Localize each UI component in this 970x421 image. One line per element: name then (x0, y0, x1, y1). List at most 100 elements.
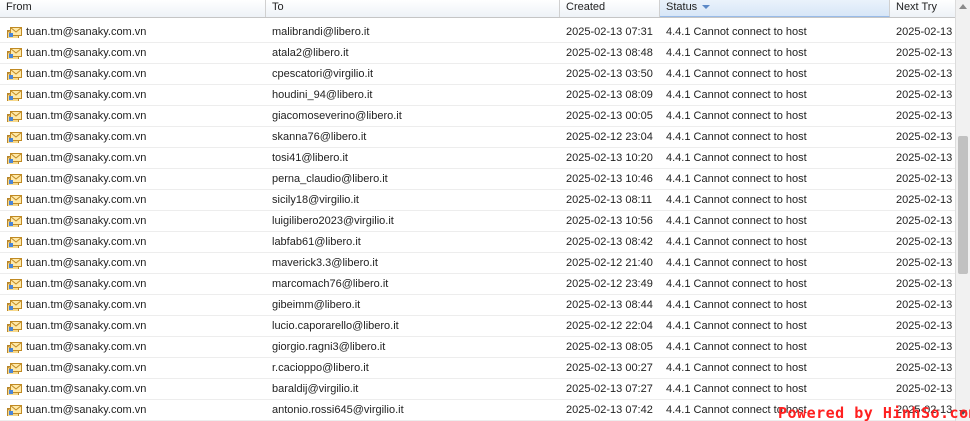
table-row[interactable]: tuan.tm@sanaky.com.vn maverick3.3@libero.… (0, 253, 955, 274)
email-queue-icon (7, 320, 22, 332)
cell-from: tuan.tm@sanaky.com.vn (26, 320, 147, 332)
mail-queue-grid: From To Created Status Next Try tuan.tm@… (0, 0, 970, 421)
email-queue-icon (7, 299, 22, 311)
scrollbar-thumb[interactable] (958, 136, 968, 274)
cell-created: 2025-02-13 07:27 (566, 383, 653, 395)
cell-next-try: 2025-02-13 (896, 215, 953, 227)
column-header-from[interactable]: From (0, 0, 266, 17)
cell-to: labfab61@libero.it (272, 236, 361, 248)
cell-next-try: 2025-02-13 (896, 257, 953, 269)
column-header-to-label: To (272, 1, 284, 13)
cell-from: tuan.tm@sanaky.com.vn (26, 131, 147, 143)
cell-next-try: 2025-02-13 (896, 236, 953, 248)
grid-body: tuan.tm@sanaky.com.vn malibrandi@libero.i… (0, 22, 955, 421)
cell-status: 4.4.1 Cannot connect to host (666, 320, 807, 332)
table-row[interactable]: tuan.tm@sanaky.com.vn gibeimm@libero.it 20… (0, 295, 955, 316)
table-row[interactable]: tuan.tm@sanaky.com.vn skanna76@libero.it 2… (0, 127, 955, 148)
cell-to: houdini_94@libero.it (272, 89, 373, 101)
column-header-status[interactable]: Status (660, 0, 890, 17)
cell-to: r.cacioppo@libero.it (272, 362, 369, 374)
cell-next-try: 2025-02-13 (896, 362, 953, 374)
cell-from: tuan.tm@sanaky.com.vn (26, 362, 147, 374)
cell-created: 2025-02-13 08:48 (566, 47, 653, 59)
scroll-up-arrow-icon[interactable] (959, 4, 967, 9)
email-queue-icon (7, 68, 22, 80)
cell-to: malibrandi@libero.it (272, 26, 370, 38)
cell-next-try: 2025-02-13 (896, 320, 953, 332)
table-row[interactable]: tuan.tm@sanaky.com.vn giacomoseverino@lib… (0, 106, 955, 127)
table-row[interactable]: tuan.tm@sanaky.com.vn atala2@libero.it 202… (0, 43, 955, 64)
column-header-to[interactable]: To (266, 0, 560, 17)
cell-status: 4.4.1 Cannot connect to host (666, 110, 807, 122)
cell-to: baraldij@virgilio.it (272, 383, 359, 395)
table-row[interactable]: tuan.tm@sanaky.com.vn baraldij@virgilio.i… (0, 379, 955, 400)
cell-from: tuan.tm@sanaky.com.vn (26, 68, 147, 80)
cell-from: tuan.tm@sanaky.com.vn (26, 110, 147, 122)
cell-created: 2025-02-12 23:04 (566, 131, 653, 143)
vertical-scrollbar[interactable] (955, 0, 970, 421)
table-row[interactable]: tuan.tm@sanaky.com.vn lucio.caporarello@l… (0, 316, 955, 337)
cell-next-try: 2025-02-13 (896, 173, 953, 185)
cell-created: 2025-02-13 08:44 (566, 299, 653, 311)
email-queue-icon (7, 257, 22, 269)
cell-to: luigilibero2023@virgilio.it (272, 215, 394, 227)
column-header-next-try-label: Next Try (896, 1, 937, 13)
email-queue-icon (7, 173, 22, 185)
cell-created: 2025-02-13 08:05 (566, 341, 653, 353)
cell-from: tuan.tm@sanaky.com.vn (26, 404, 147, 416)
table-row[interactable]: tuan.tm@sanaky.com.vn giorgio.ragni3@libe… (0, 337, 955, 358)
cell-next-try: 2025-02-13 (896, 68, 953, 80)
cell-to: giacomoseverino@libero.it (272, 110, 402, 122)
table-row[interactable]: tuan.tm@sanaky.com.vn luigilibero2023@vir… (0, 211, 955, 232)
cell-to: maverick3.3@libero.it (272, 257, 378, 269)
table-row[interactable]: tuan.tm@sanaky.com.vn r.cacioppo@libero.i… (0, 358, 955, 379)
table-row[interactable]: tuan.tm@sanaky.com.vn perna_claudio@liber… (0, 169, 955, 190)
cell-next-try: 2025-02-13 (896, 299, 953, 311)
cell-next-try: 2025-02-13 (896, 131, 953, 143)
column-header-created[interactable]: Created (560, 0, 660, 17)
cell-created: 2025-02-12 21:40 (566, 257, 653, 269)
cell-to: sicily18@virgilio.it (272, 194, 359, 206)
cell-status: 4.4.1 Cannot connect to host (666, 236, 807, 248)
cell-to: antonio.rossi645@virgilio.it (272, 404, 404, 416)
column-header-status-label: Status (666, 1, 698, 13)
cell-from: tuan.tm@sanaky.com.vn (26, 152, 147, 164)
cell-created: 2025-02-12 22:04 (566, 320, 653, 332)
email-queue-icon (7, 236, 22, 248)
grid-header: From To Created Status Next Try (0, 0, 955, 18)
cell-status: 4.4.1 Cannot connect to host (666, 173, 807, 185)
sort-descending-icon (702, 5, 711, 9)
cell-status: 4.4.1 Cannot connect to host (666, 194, 807, 206)
cell-to: skanna76@libero.it (272, 131, 367, 143)
table-row[interactable]: tuan.tm@sanaky.com.vn cpescatori@virgilio… (0, 64, 955, 85)
table-row[interactable]: tuan.tm@sanaky.com.vn tosi41@libero.it 202… (0, 148, 955, 169)
cell-next-try: 2025-02-13 (896, 341, 953, 353)
email-queue-icon (7, 383, 22, 395)
email-queue-icon (7, 278, 22, 290)
cell-created: 2025-02-12 23:49 (566, 278, 653, 290)
table-row[interactable]: tuan.tm@sanaky.com.vn marcomach76@libero.… (0, 274, 955, 295)
email-queue-icon (7, 89, 22, 101)
cell-status: 4.4.1 Cannot connect to host (666, 278, 807, 290)
cell-from: tuan.tm@sanaky.com.vn (26, 47, 147, 59)
cell-next-try: 2025-02-13 (896, 383, 953, 395)
table-row[interactable]: tuan.tm@sanaky.com.vn labfab61@libero.it 2… (0, 232, 955, 253)
cell-from: tuan.tm@sanaky.com.vn (26, 173, 147, 185)
cell-next-try: 2025-02-13 (896, 110, 953, 122)
cell-created: 2025-02-13 10:56 (566, 215, 653, 227)
column-header-next-try[interactable]: Next Try (890, 0, 955, 17)
email-queue-icon (7, 404, 22, 416)
table-row[interactable]: tuan.tm@sanaky.com.vn malibrandi@libero.i… (0, 22, 955, 43)
cell-next-try: 2025-02-13 (896, 152, 953, 164)
table-row[interactable]: tuan.tm@sanaky.com.vn houdini_94@libero.i… (0, 85, 955, 106)
column-header-created-label: Created (566, 1, 606, 13)
email-queue-icon (7, 215, 22, 227)
column-header-from-label: From (6, 1, 32, 13)
cell-to: cpescatori@virgilio.it (272, 68, 374, 80)
cell-status: 4.4.1 Cannot connect to host (666, 383, 807, 395)
cell-status: 4.4.1 Cannot connect to host (666, 131, 807, 143)
table-row[interactable]: tuan.tm@sanaky.com.vn sicily18@virgilio.i… (0, 190, 955, 211)
email-queue-icon (7, 26, 22, 38)
email-queue-icon (7, 341, 22, 353)
cell-created: 2025-02-13 08:42 (566, 236, 653, 248)
